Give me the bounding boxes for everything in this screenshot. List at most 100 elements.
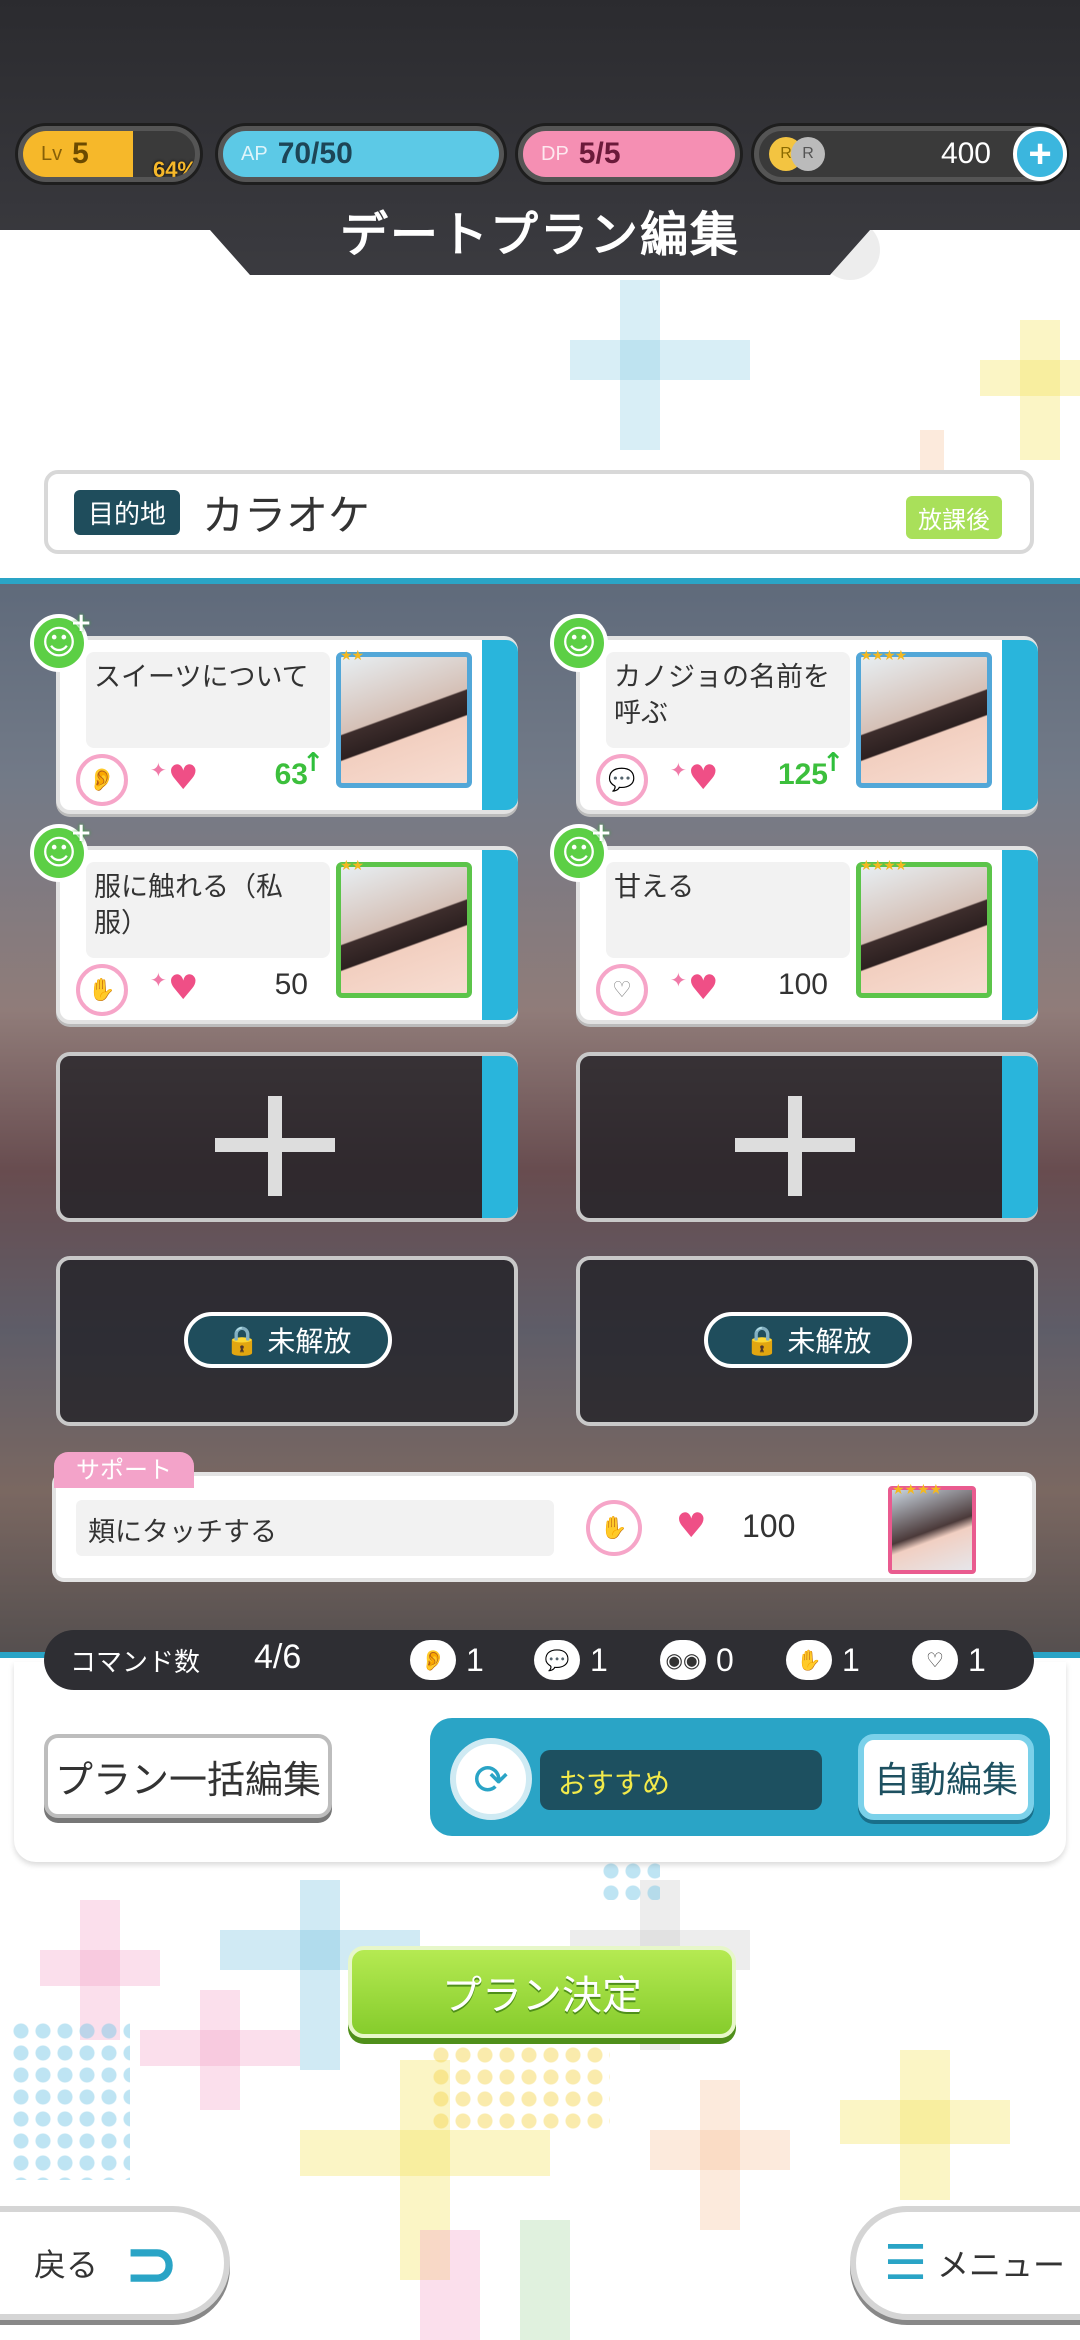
command-card[interactable]: ☺ + 服に触れる（私服） ✋ ✦ ♥ 50 ★★ — [30, 818, 518, 1024]
look-count-value: 0 — [716, 1641, 734, 1678]
refresh-icon[interactable]: ⟳ — [450, 1738, 532, 1820]
smile-boost-icon: ☺ + — [30, 818, 92, 882]
locked-label: 未解放 — [267, 1325, 352, 1358]
command-title: 服に触れる（私服） — [86, 862, 330, 958]
affection-value: 125 — [777, 758, 828, 791]
command-count-value: 4/6 — [254, 1638, 302, 1676]
heart-bubble-icon: ♡ — [912, 1640, 958, 1680]
heart-icon: ♥ — [168, 758, 199, 798]
support-value: 100 — [742, 1508, 796, 1544]
add-icon — [215, 1096, 335, 1196]
locked-command-slot: 🔒 未解放 — [56, 1256, 518, 1426]
lock-icon: 🔒 — [744, 1323, 780, 1357]
character-portrait — [856, 652, 992, 788]
touch-icon: ✋ — [586, 1500, 642, 1556]
dp-gauge: DP 5/5 — [518, 126, 740, 182]
bulk-edit-button[interactable]: プラン一括編集 — [44, 1734, 332, 1818]
level-value: 5 — [72, 137, 89, 170]
auto-edit-panel: ⟳ おすすめ 自動編集 — [430, 1718, 1050, 1836]
bg-cross-pink — [140, 2030, 300, 2066]
bg-cross-orange — [650, 2130, 790, 2170]
look-count: ◉◉ 0 — [660, 1640, 734, 1680]
card-tab[interactable] — [482, 1056, 518, 1218]
ear-icon: 👂 — [410, 1640, 456, 1680]
locked-badge: 🔒 未解放 — [704, 1312, 912, 1368]
back-button[interactable]: 戻る ⊃ — [0, 2206, 230, 2320]
card-tab[interactable] — [482, 640, 518, 810]
character-portrait — [336, 862, 472, 998]
card-tab[interactable] — [1002, 850, 1038, 1020]
speech-bubble-icon: 💬 — [534, 1640, 580, 1680]
ap-value: 70/50 — [277, 137, 353, 170]
command-card[interactable]: ☺ カノジョの名前を呼ぶ 💬 ✦ ♥ 125 ↑ ★★★★ — [550, 614, 1038, 814]
eyes-icon: ◉◉ — [660, 1640, 706, 1680]
ap-gauge: AP 70/50 — [218, 126, 504, 182]
support-card[interactable]: 頬にタッチする ✋ ♥ 100 ★★★★ — [52, 1472, 1036, 1582]
ap-tag: AP — [241, 142, 268, 165]
touch-icon: ✋ — [76, 964, 128, 1016]
dot-pattern — [10, 2020, 130, 2180]
bg-cross-pink — [420, 2230, 480, 2340]
menu-button[interactable]: ☰ メニュー — [850, 2206, 1080, 2320]
affection-value: 100 — [777, 968, 828, 1001]
auto-edit-button[interactable]: 自動編集 — [858, 1734, 1034, 1820]
smile-boost-icon: ☺ + — [30, 608, 92, 672]
locked-label: 未解放 — [787, 1325, 872, 1358]
touch-count-value: 1 — [842, 1641, 860, 1678]
love-count: ♡ 1 — [912, 1640, 986, 1680]
plan-decide-button[interactable]: プラン決定 — [348, 1946, 736, 2038]
heart-icon: ♥ — [676, 1506, 707, 1546]
heart-icon: ♥ — [168, 968, 199, 1008]
time-badge: 放課後 — [906, 496, 1002, 539]
coin-gauge: R R 400 + — [754, 126, 1067, 182]
sparkle-icon: ✦ — [670, 968, 687, 992]
bg-cross-pink — [40, 1950, 160, 1986]
character-portrait — [856, 862, 992, 998]
level-tag: Lv — [41, 142, 63, 165]
command-card[interactable]: ☺ + 甘える ♡ ✦ ♥ 100 ★★★★ — [550, 818, 1038, 1024]
heart-icon: ♥ — [688, 968, 719, 1008]
smile-boost-icon: ☺ + — [550, 818, 612, 882]
card-tab[interactable] — [1002, 1056, 1038, 1218]
rarity-stars: ★★★★ — [860, 858, 907, 874]
touch-icon: ✋ — [786, 1640, 832, 1680]
menu-label: メニュー — [937, 2246, 1066, 2284]
locked-command-slot: 🔒 未解放 — [576, 1256, 1038, 1426]
coin-icon-2: R — [791, 137, 825, 171]
command-card[interactable]: ☺ + スイーツについて 👂 ✦ ♥ 63 ↑ ★★ — [30, 608, 518, 814]
bg-cross-green — [520, 2220, 570, 2340]
destination-bar: 目的地 カラオケ 放課後 — [44, 470, 1034, 554]
rarity-stars: ★★★★ — [860, 648, 907, 664]
ear-count: 👂 1 — [410, 1640, 484, 1680]
heart-icon: ♥ — [688, 758, 719, 798]
bg-cross-blue — [300, 1880, 340, 2070]
dp-tag: DP — [541, 142, 569, 165]
support-tag: サポート — [54, 1452, 194, 1488]
empty-command-slot[interactable] — [576, 1052, 1038, 1222]
level-gauge: Lv 5 64% — [18, 126, 200, 182]
recommend-selector[interactable]: おすすめ — [540, 1750, 822, 1810]
command-count-label: コマンド数 — [70, 1648, 201, 1678]
coin-value: 400 — [940, 137, 991, 170]
bg-cross-blue — [570, 340, 750, 380]
command-title: スイーツについて — [86, 652, 330, 748]
dp-value: 5/5 — [578, 137, 621, 170]
rarity-stars: ★★ — [340, 648, 364, 664]
empty-command-slot[interactable] — [56, 1052, 518, 1222]
card-tab[interactable] — [482, 850, 518, 1020]
support-title: 頬にタッチする — [76, 1500, 554, 1556]
add-coin-button[interactable]: + — [1013, 127, 1067, 181]
bg-cross-yellow — [980, 360, 1080, 396]
destination-label: 目的地 — [74, 489, 181, 535]
lock-icon: 🔒 — [224, 1323, 260, 1357]
rarity-stars: ★★★★ — [892, 1482, 943, 1498]
sparkle-icon: ✦ — [150, 968, 167, 992]
card-tab[interactable] — [1002, 640, 1038, 810]
locked-badge: 🔒 未解放 — [184, 1312, 392, 1368]
smile-icon: ☺ — [550, 614, 608, 672]
love-count-value: 1 — [968, 1641, 986, 1678]
heart-bubble-icon: ♡ — [596, 964, 648, 1016]
command-title: カノジョの名前を呼ぶ — [606, 652, 850, 748]
sparkle-icon: ✦ — [150, 758, 167, 782]
bg-cross-yellow — [300, 2130, 550, 2176]
